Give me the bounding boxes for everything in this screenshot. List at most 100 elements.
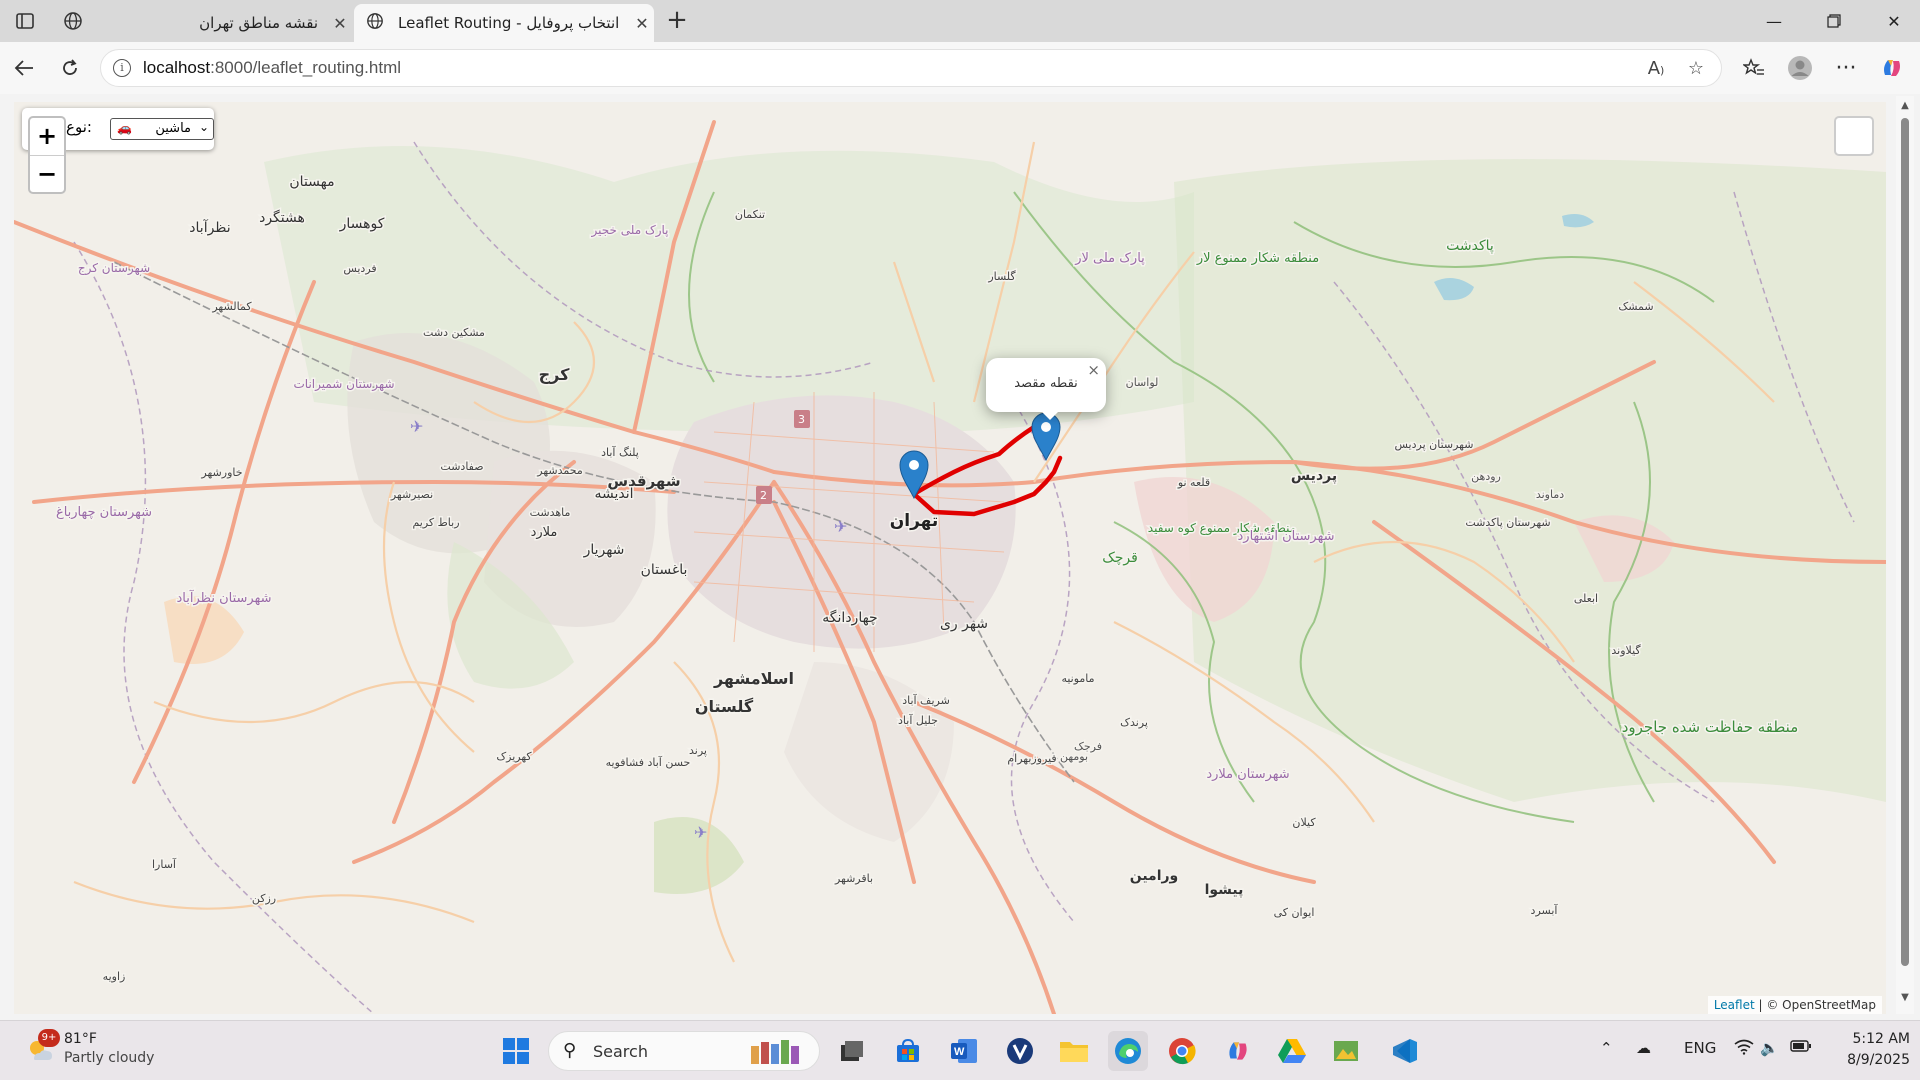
map-place-label: حسن آباد فشافویه [606, 755, 691, 769]
map-place-label: پلنگ آباد [601, 445, 639, 459]
map-place-label: نصیرشهر [390, 488, 433, 501]
volume-icon[interactable]: 🔈 [1760, 1039, 1779, 1057]
address-bar[interactable]: i localhost:8000/leaflet_routing.html A)… [100, 49, 1722, 87]
more-menu-icon[interactable]: ··· [1830, 52, 1862, 84]
map-place-label: پرندک [1120, 716, 1148, 729]
wifi-icon[interactable] [1734, 1039, 1754, 1059]
map-place-label: چهاردانگه [822, 609, 877, 626]
globe-icon[interactable] [60, 8, 86, 34]
zoom-in-button[interactable]: + [30, 118, 64, 155]
url-text[interactable]: localhost:8000/leaflet_routing.html [143, 58, 401, 78]
map-place-label: ایوان کی [1274, 906, 1315, 919]
edge-browser-icon[interactable] [1108, 1031, 1148, 1071]
map-place-label: پیشوا [1205, 882, 1244, 898]
weather-condition: Partly cloudy [64, 1050, 155, 1066]
map-place-label: قلعه نو [1177, 476, 1210, 489]
svg-text:✈: ✈ [410, 417, 423, 436]
scroll-thumb[interactable] [1901, 118, 1909, 966]
map-place-label: اسلامشهر [713, 669, 794, 688]
zoom-out-button[interactable]: − [30, 155, 64, 192]
chrome-icon[interactable] [1162, 1031, 1202, 1071]
copilot-app-icon[interactable] [1218, 1031, 1258, 1071]
map-place-label: گیلاوند [1611, 644, 1641, 657]
restore-button[interactable] [1804, 0, 1864, 42]
onedrive-icon[interactable]: ☁ [1636, 1039, 1651, 1057]
vpn-app-icon[interactable] [1000, 1031, 1040, 1071]
read-aloud-icon[interactable]: A) [1643, 58, 1669, 80]
taskbar-search[interactable]: ⚲ Search [548, 1031, 820, 1071]
page-scrollbar[interactable]: ▲ ▼ [1896, 96, 1914, 1014]
language-indicator[interactable]: ENG [1684, 1039, 1716, 1057]
close-tab-icon[interactable]: ✕ [328, 14, 352, 33]
map-place-label: تنکمان [735, 208, 765, 221]
layers-control-button[interactable] [1834, 116, 1874, 156]
google-drive-icon[interactable] [1272, 1031, 1312, 1071]
map-place-label: دماوند [1536, 488, 1564, 501]
taskbar-clock[interactable]: 5:12 AM 8/9/2025 [1820, 1029, 1910, 1071]
show-hidden-icons[interactable]: ⌃ [1600, 1039, 1613, 1057]
profile-selected-value: ماشین [155, 121, 191, 136]
map-place-label: پردیس [1291, 468, 1337, 484]
reload-button[interactable] [54, 52, 86, 84]
close-window-button[interactable]: ✕ [1864, 0, 1920, 42]
map-place-label: شمشک [1618, 300, 1653, 313]
back-button[interactable] [8, 52, 40, 84]
file-explorer-icon[interactable] [1054, 1031, 1094, 1071]
title-bar: نقشه مناطق تهران ✕ Leaflet Routing - انت… [0, 0, 1920, 42]
map-place-label: محمدشهر [536, 464, 583, 477]
zoom-control: + − [28, 116, 66, 194]
map-place-label: رودهن [1471, 470, 1501, 483]
temperature: 81°F [64, 1031, 97, 1047]
map-place-label: پرند [689, 744, 707, 757]
destination-popup: × نقطه مقصد [986, 358, 1106, 412]
scroll-up-icon[interactable]: ▲ [1899, 100, 1911, 112]
weather-widget[interactable]: 9+ 81°F Partly cloudy [20, 1029, 220, 1073]
favorite-star-icon[interactable]: ☆ [1683, 58, 1709, 80]
site-info-icon[interactable]: i [113, 59, 131, 77]
map-place-label: باغستان [641, 562, 688, 578]
profile-select[interactable]: 🚗 ماشین ⌄ [110, 118, 214, 140]
map-place-label: فیروزبهرام [1007, 752, 1056, 765]
map-container[interactable]: 3 2 ✈ ✈ ✈ تهران کرج شهرقدس اندیشه شهریار ملار… [14, 102, 1886, 1014]
copilot-icon[interactable] [1876, 52, 1908, 84]
map-place-label: کرج [539, 365, 570, 384]
destination-marker [1031, 412, 1061, 462]
map-place-label: لواسان [1126, 376, 1159, 389]
vscode-icon[interactable] [1384, 1031, 1424, 1071]
new-tab-button[interactable]: + [662, 6, 692, 36]
leaflet-link[interactable]: Leaflet [1714, 998, 1755, 1012]
favorites-icon[interactable] [1738, 52, 1770, 84]
tab-tehran-map[interactable]: نقشه مناطق تهران ✕ [92, 4, 352, 42]
map-place-label: رزکن [252, 892, 276, 905]
scroll-down-icon[interactable]: ▼ [1899, 992, 1911, 1004]
navigation-bar: i localhost:8000/leaflet_routing.html A)… [0, 42, 1920, 94]
start-button[interactable] [496, 1031, 536, 1071]
map-place-label: شهرستان پردیس [1395, 438, 1474, 451]
map-place-label: پاکدشت [1446, 238, 1494, 254]
map-place-label: شهرستان ملارد [1206, 767, 1289, 782]
map-place-label: شهرستان پاکدشت [1465, 516, 1550, 529]
map-place-label: ملارد [531, 525, 558, 540]
close-tab-icon[interactable]: ✕ [630, 14, 654, 33]
sidebar-toggle-icon[interactable] [12, 8, 38, 34]
map-place-label: منطقه شکار ممنوع لار [1196, 251, 1319, 266]
globe-icon [362, 12, 388, 34]
map-place-label: منطقه حفاظت شده جاجرود [1622, 718, 1799, 736]
profile-label: نوع: [66, 118, 92, 136]
map-place-label: شریف آباد [902, 693, 950, 707]
tab-leaflet-routing[interactable]: Leaflet Routing - انتخاب پروفایل ✕ [354, 4, 654, 42]
store-icon[interactable] [888, 1031, 928, 1071]
task-view-icon[interactable] [832, 1031, 872, 1071]
map-place-label: شهرستان چهارباغ [56, 505, 152, 520]
map-place-label: کیلان [1292, 816, 1316, 829]
map-place-label: رباط کریم [412, 516, 459, 529]
car-icon: 🚗 [117, 121, 132, 135]
weather-badge: 9+ [38, 1029, 60, 1047]
word-icon[interactable]: W [944, 1031, 984, 1071]
search-icon: ⚲ [563, 1040, 577, 1061]
map-place-label: گلستان [695, 697, 754, 716]
minimize-button[interactable]: — [1744, 0, 1804, 42]
profile-avatar[interactable] [1784, 52, 1816, 84]
battery-icon[interactable] [1790, 1039, 1812, 1057]
image-editor-icon[interactable] [1326, 1031, 1366, 1071]
